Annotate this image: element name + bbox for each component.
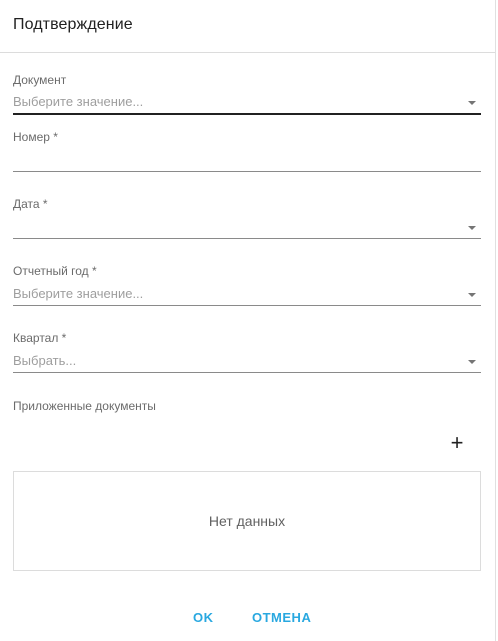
number-label: Номер * bbox=[13, 130, 58, 144]
cancel-button[interactable]: ОТМЕНА bbox=[252, 610, 311, 625]
attachments-label: Приложенные документы bbox=[13, 399, 156, 413]
quarter-select[interactable]: Выбрать... bbox=[13, 345, 481, 373]
report-year-label: Отчетный год * bbox=[13, 264, 97, 278]
report-year-select[interactable]: Выберите значение... bbox=[13, 278, 481, 306]
empty-state-text: Нет данных bbox=[208, 513, 286, 529]
dialog-title: Подтверждение bbox=[13, 16, 133, 33]
report-year-field: Отчетный год * Выберите значение... bbox=[13, 264, 481, 306]
plus-icon: + bbox=[450, 430, 464, 455]
dialog-header: Подтверждение bbox=[0, 0, 495, 53]
chevron-down-icon[interactable] bbox=[468, 360, 476, 364]
number-field: Номер * bbox=[13, 130, 481, 172]
dialog-actions: OK ОТМЕНА bbox=[0, 610, 496, 630]
add-attachment-button[interactable]: + bbox=[447, 432, 467, 454]
ok-button[interactable]: OK bbox=[193, 610, 214, 625]
attachments-table: Нет данных bbox=[13, 471, 481, 571]
document-select[interactable]: Выберите значение... bbox=[13, 87, 481, 115]
date-picker[interactable] bbox=[13, 211, 481, 239]
number-input[interactable] bbox=[13, 144, 481, 172]
document-label: Документ bbox=[13, 73, 67, 87]
date-field: Дата * bbox=[13, 197, 481, 239]
confirmation-dialog: Подтверждение Документ Выберите значение… bbox=[0, 0, 496, 641]
document-field: Документ Выберите значение... bbox=[13, 73, 481, 115]
chevron-down-icon[interactable] bbox=[468, 226, 476, 230]
date-label: Дата * bbox=[13, 197, 48, 211]
quarter-field: Квартал * Выбрать... bbox=[13, 331, 481, 373]
quarter-placeholder: Выбрать... bbox=[13, 353, 77, 368]
chevron-down-icon[interactable] bbox=[468, 293, 476, 297]
report-year-placeholder: Выберите значение... bbox=[13, 286, 144, 301]
document-placeholder: Выберите значение... bbox=[13, 94, 144, 109]
quarter-label: Квартал * bbox=[13, 331, 67, 345]
chevron-down-icon[interactable] bbox=[468, 101, 476, 105]
